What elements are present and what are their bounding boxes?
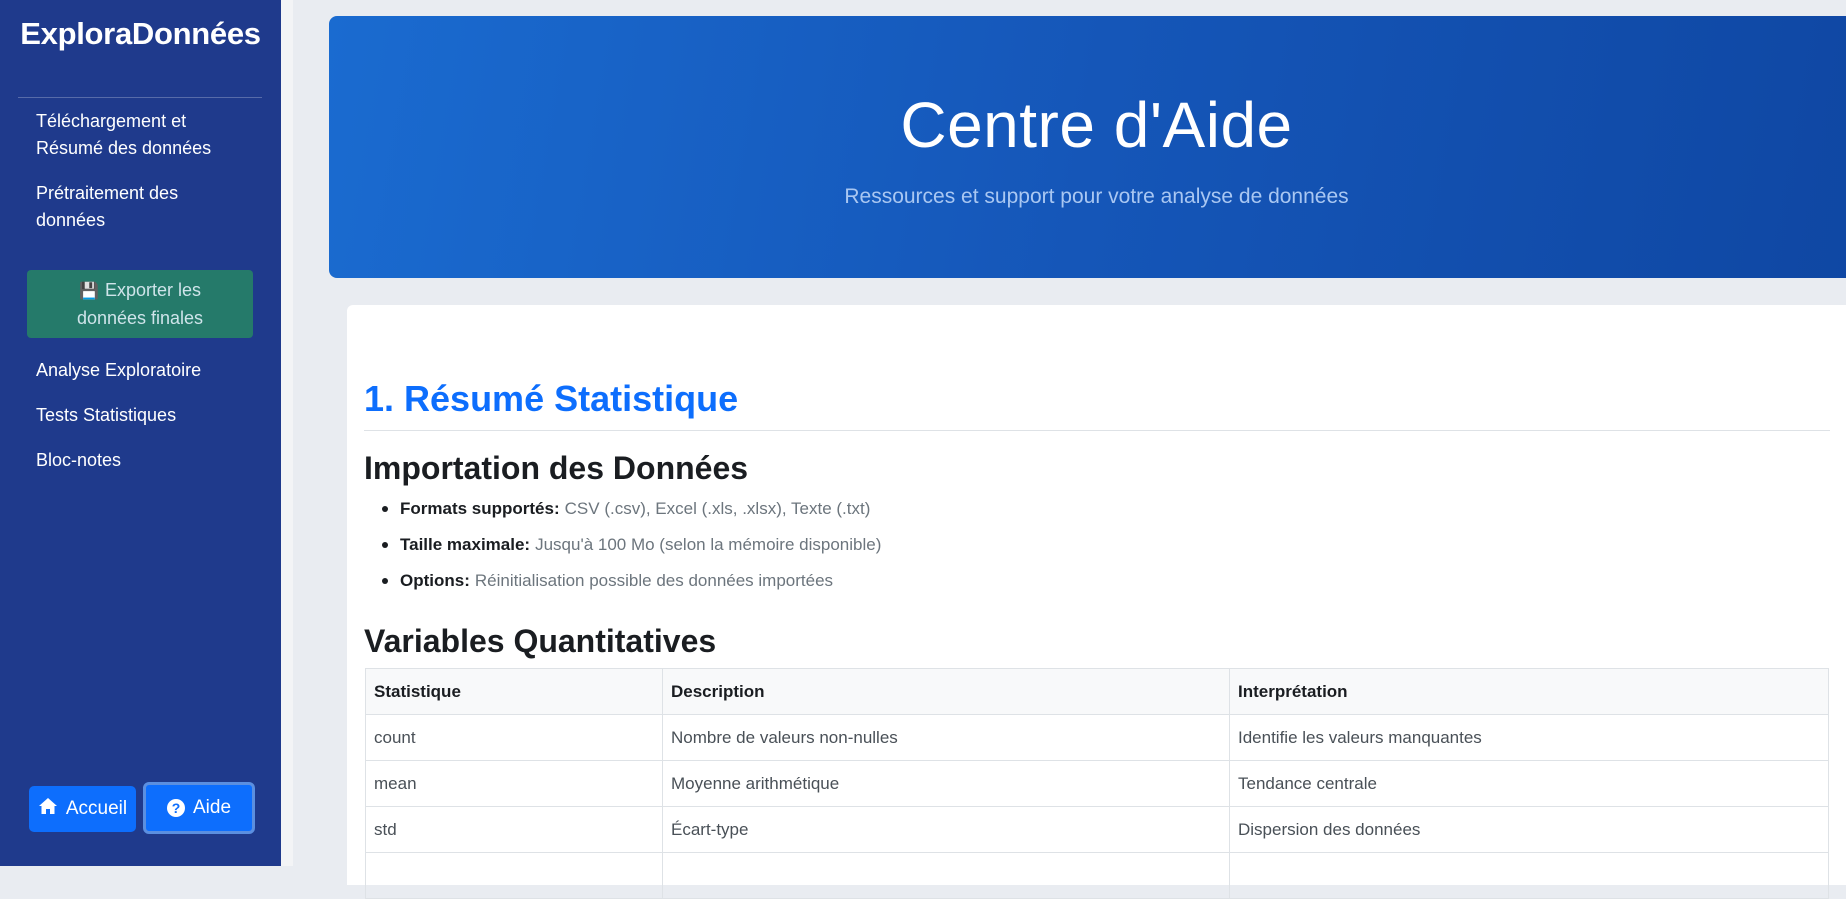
bullet-text: CSV (.csv), Excel (.xls, .xlsx), Texte (… (564, 499, 871, 518)
table-cell (1229, 852, 1829, 899)
table-row: count Nombre de valeurs non-nulles Ident… (365, 714, 1829, 761)
bullet-label: Taille maximale: (400, 535, 531, 554)
table-row: std Écart-type Dispersion des données (365, 806, 1829, 853)
floppy-disk-icon: 💾 (79, 282, 99, 300)
table-row: mean Moyenne arithmétique Tendance centr… (365, 760, 1829, 807)
bullet-label: Formats supportés: (400, 499, 560, 518)
list-item: Formats supportés: CSV (.csv), Excel (.x… (382, 499, 870, 519)
table-cell: mean (365, 760, 663, 807)
table-cell (365, 852, 663, 899)
table-row (365, 852, 1829, 899)
brand-title: ExploraDonnées (20, 16, 261, 51)
bullet-dot (382, 506, 388, 512)
export-data-button[interactable]: 💾 Exporter les données finales (27, 270, 253, 338)
table-header-row: Statistique Description Interprétation (365, 668, 1829, 715)
home-button[interactable]: Accueil (29, 786, 136, 832)
question-circle-icon: ? (166, 799, 185, 817)
quantitative-heading: Variables Quantitatives (364, 623, 717, 659)
table-cell: Identifie les valeurs manquantes (1229, 714, 1829, 761)
sidebar-item-statistical-tests[interactable]: Tests Statistiques (36, 402, 236, 429)
sidebar-item-exploratory-analysis[interactable]: Analyse Exploratoire (36, 357, 236, 384)
sidebar-item-preprocessing[interactable]: Prétraitement des données (36, 180, 236, 234)
page-title: Centre d'Aide (900, 89, 1293, 161)
table-cell (662, 852, 1230, 899)
list-item: Options: Réinitialisation possible des d… (382, 571, 833, 591)
bullet-text: Jusqu'à 100 Mo (selon la mémoire disponi… (535, 535, 882, 554)
help-label: Aide (192, 797, 232, 818)
help-button[interactable]: ? Aide (143, 782, 255, 834)
home-label: Accueil (65, 798, 128, 819)
section-divider (364, 430, 1830, 431)
table-cell: Moyenne arithmétique (662, 760, 1230, 807)
column-header: Interprétation (1229, 668, 1829, 715)
page-subtitle: Ressources et support pour votre analyse… (844, 185, 1349, 208)
table-cell: std (365, 806, 663, 853)
section-title: 1. Résumé Statistique (364, 378, 739, 419)
sidebar-item-notebook[interactable]: Bloc-notes (36, 447, 236, 474)
statistics-table: Statistique Description Interprétation c… (365, 668, 1829, 899)
bullet-dot (382, 542, 388, 548)
sidebar: ExploraDonnées Téléchargement et Résumé … (0, 0, 281, 866)
column-header: Statistique (365, 668, 663, 715)
sidebar-item-upload-summary[interactable]: Téléchargement et Résumé des données (36, 108, 236, 162)
divider (18, 97, 262, 98)
table-cell: Dispersion des données (1229, 806, 1829, 853)
hero-banner: Centre d'Aide Ressources et support pour… (329, 16, 1846, 278)
list-item: Taille maximale: Jusqu'à 100 Mo (selon l… (382, 535, 881, 555)
column-header: Description (662, 668, 1230, 715)
table-cell: Nombre de valeurs non-nulles (662, 714, 1230, 761)
bullet-text: Réinitialisation possible des données im… (474, 571, 834, 590)
table-cell: Écart-type (662, 806, 1230, 853)
import-heading: Importation des Données (364, 450, 749, 486)
house-icon (38, 797, 58, 821)
sidebar-scroll-gutter (281, 0, 293, 866)
bullet-label: Options: (400, 571, 470, 590)
bullet-dot (382, 578, 388, 584)
table-cell: count (365, 714, 663, 761)
table-cell: Tendance centrale (1229, 760, 1829, 807)
